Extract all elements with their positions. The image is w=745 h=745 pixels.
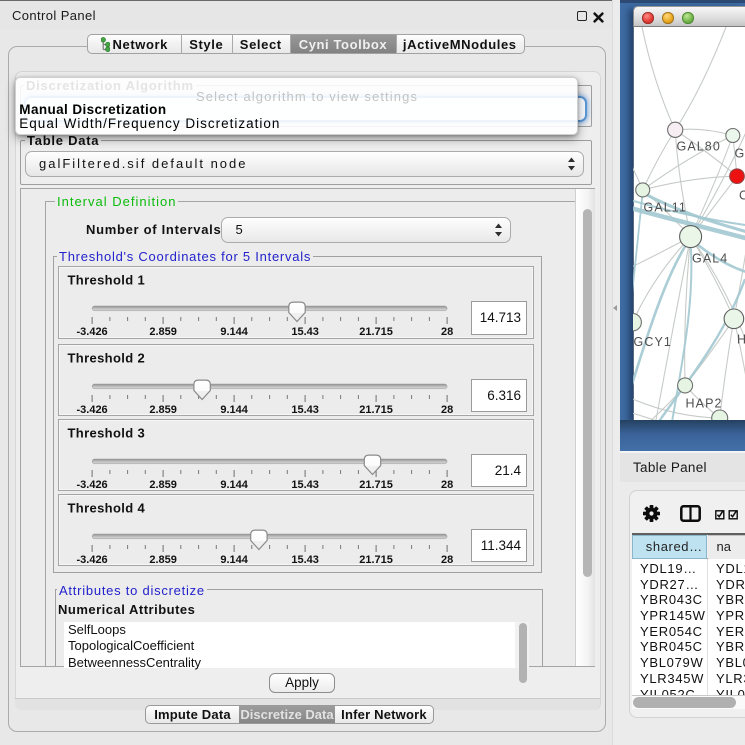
svg-text:15.43: 15.43 xyxy=(291,326,319,338)
svg-text:28: 28 xyxy=(440,479,452,491)
svg-text:15.43: 15.43 xyxy=(291,404,319,416)
svg-text:G.: G. xyxy=(734,147,745,161)
svg-text:-3.426: -3.426 xyxy=(76,554,107,566)
svg-text:9.144: 9.144 xyxy=(220,404,248,416)
svg-text:21.715: 21.715 xyxy=(359,554,393,566)
svg-text:15.43: 15.43 xyxy=(291,554,319,566)
svg-text:Threshold 4: Threshold 4 xyxy=(67,500,145,515)
svg-text:C: C xyxy=(739,189,745,203)
svg-text:2.859: 2.859 xyxy=(149,479,177,491)
svg-text:9.144: 9.144 xyxy=(220,554,248,566)
svg-text:Threshold 1: Threshold 1 xyxy=(67,273,145,288)
svg-text:Threshold 3: Threshold 3 xyxy=(67,425,145,440)
svg-text:GCY1: GCY1 xyxy=(633,335,671,349)
svg-text:2.859: 2.859 xyxy=(149,404,177,416)
svg-text:28: 28 xyxy=(440,326,452,338)
svg-text:GAL4: GAL4 xyxy=(692,252,728,266)
svg-text:GAL11: GAL11 xyxy=(643,201,687,215)
svg-text:21.715: 21.715 xyxy=(359,404,393,416)
svg-text:21.715: 21.715 xyxy=(359,326,393,338)
svg-text:-3.426: -3.426 xyxy=(76,479,107,491)
svg-text:2.859: 2.859 xyxy=(149,554,177,566)
svg-text:28: 28 xyxy=(440,404,452,416)
svg-text:HAP2: HAP2 xyxy=(685,397,722,411)
svg-text:H: H xyxy=(737,333,745,347)
svg-text:GAL80: GAL80 xyxy=(676,140,720,154)
svg-text:9.144: 9.144 xyxy=(220,326,248,338)
svg-text:-3.426: -3.426 xyxy=(76,326,107,338)
svg-text:9.144: 9.144 xyxy=(220,479,248,491)
svg-text:28: 28 xyxy=(440,554,452,566)
svg-text:Threshold 2: Threshold 2 xyxy=(67,350,145,365)
svg-text:-3.426: -3.426 xyxy=(76,404,107,416)
svg-text:21.715: 21.715 xyxy=(359,479,393,491)
svg-text:15.43: 15.43 xyxy=(291,479,319,491)
svg-text:2.859: 2.859 xyxy=(149,326,177,338)
